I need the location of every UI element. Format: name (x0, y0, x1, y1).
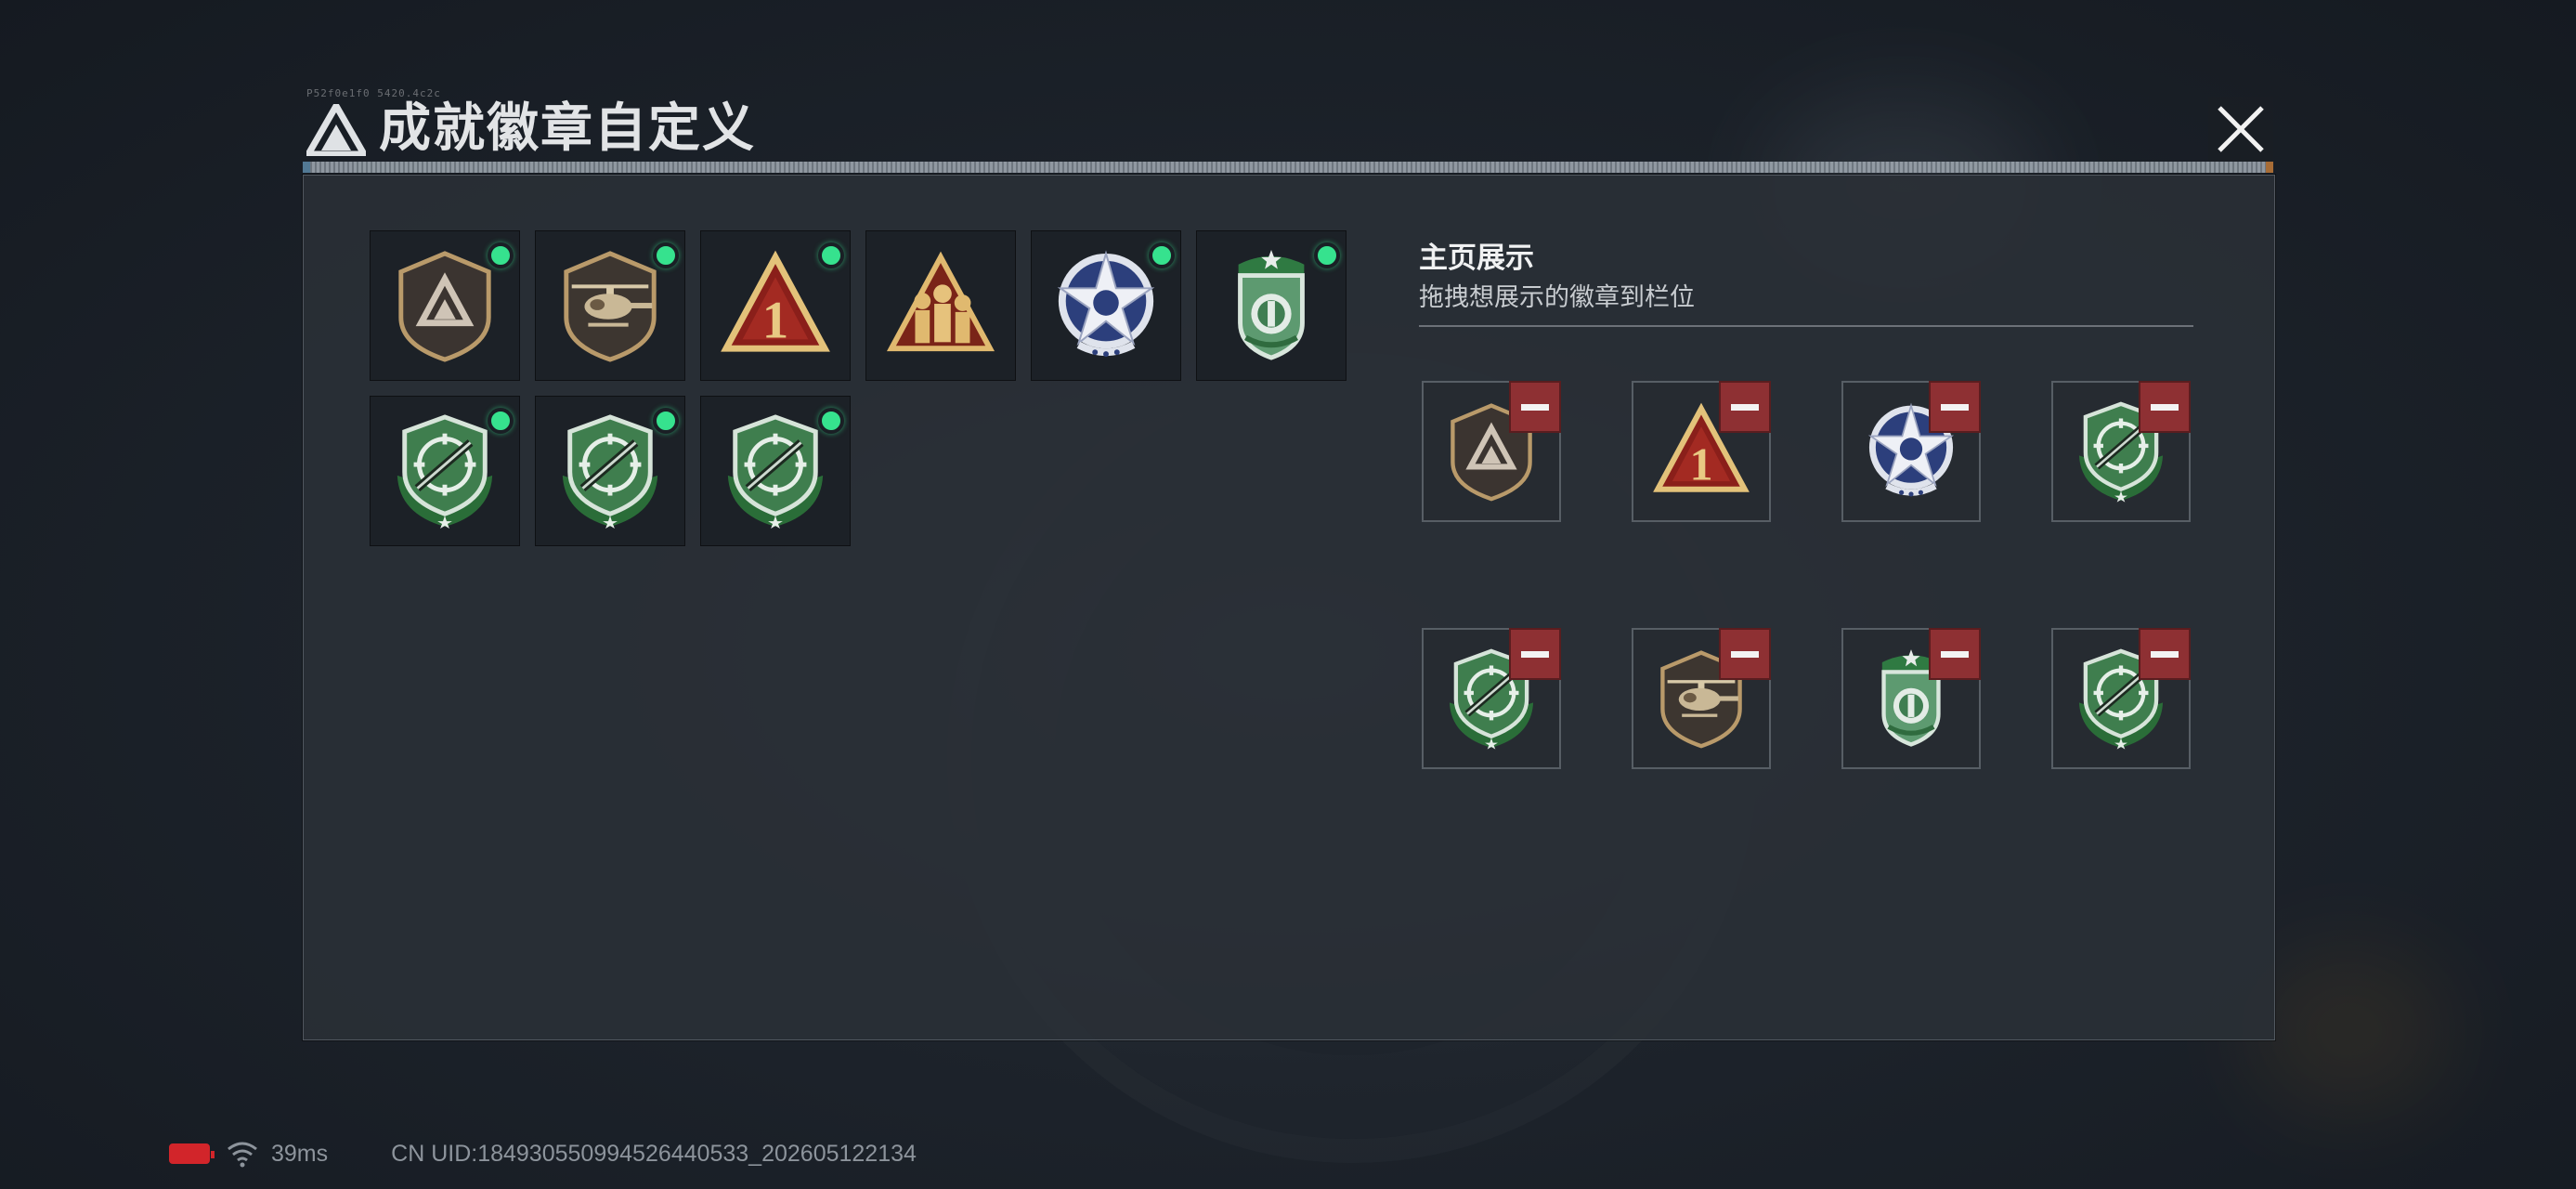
showcase-slot[interactable] (1422, 381, 1561, 522)
remove-badge-button[interactable] (1509, 381, 1561, 433)
equipped-indicator (488, 408, 514, 434)
equipped-indicator (818, 242, 844, 268)
helicopter-shield-icon (564, 251, 657, 362)
equipped-indicator (653, 242, 679, 268)
rifle-crosshair-badge[interactable] (535, 396, 685, 546)
soldiers-icon (886, 251, 995, 352)
green-shield-badge[interactable] (1196, 230, 1347, 381)
triangle-emblem-badge[interactable] (370, 230, 520, 381)
equipped-indicator (818, 408, 844, 434)
svg-text:1: 1 (762, 291, 789, 349)
soldiers-badge[interactable] (865, 230, 1016, 381)
header-strip (303, 162, 2273, 173)
number-one-icon: 1 (721, 250, 830, 352)
background-glow (2247, 947, 2452, 1115)
triangle-shield-icon (398, 251, 491, 362)
showcase-slot[interactable]: 1 (1632, 381, 1771, 522)
green-shield-icon (1238, 250, 1305, 360)
showcase-title: 主页展示 (1419, 242, 1534, 274)
ping-text: 39ms (271, 1140, 329, 1167)
showcase-slot[interactable] (2051, 628, 2191, 769)
showcase-subtitle: 拖拽想展示的徽章到栏位 (1419, 283, 1695, 311)
showcase-slot[interactable] (1632, 628, 1771, 769)
remove-badge-button[interactable] (1719, 628, 1771, 680)
svg-text:1: 1 (1689, 438, 1712, 490)
star-seal-badge[interactable] (1031, 230, 1181, 381)
equipped-indicator (1149, 242, 1175, 268)
battery-icon (169, 1143, 215, 1164)
helicopter-badge[interactable] (535, 230, 685, 381)
showcase-slot[interactable] (2051, 381, 2191, 522)
rifle-crosshair-icon (727, 414, 824, 529)
showcase-slot[interactable] (1841, 628, 1981, 769)
equipped-indicator (653, 408, 679, 434)
remove-badge-button[interactable] (1929, 381, 1981, 433)
status-bar: 39ms CN UID:184930550994526440533_202605… (169, 1135, 917, 1172)
rifle-crosshair-icon (397, 414, 493, 529)
equipped-indicator (1314, 242, 1340, 268)
close-button[interactable] (2208, 97, 2273, 162)
logo-icon (306, 104, 366, 156)
page-title: 成就徽章自定义 (379, 98, 756, 157)
equipped-indicator (488, 242, 514, 268)
star-seal-icon (1057, 250, 1155, 358)
showcase-slot[interactable] (1422, 628, 1561, 769)
remove-badge-button[interactable] (1719, 381, 1771, 433)
remove-badge-button[interactable] (1929, 628, 1981, 680)
rifle-crosshair-badge[interactable] (370, 396, 520, 546)
rifle-crosshair-icon (562, 414, 658, 529)
wifi-icon (228, 1142, 257, 1168)
close-icon (2218, 106, 2264, 152)
showcase-slot[interactable] (1841, 381, 1981, 522)
showcase-divider (1419, 325, 2193, 327)
remove-badge-button[interactable] (2139, 381, 2191, 433)
number-one-badge[interactable]: 1 (700, 230, 851, 381)
remove-badge-button[interactable] (2139, 628, 2191, 680)
rifle-crosshair-badge[interactable] (700, 396, 851, 546)
remove-badge-button[interactable] (1509, 628, 1561, 680)
uid-text: CN UID:184930550994526440533_20260512213… (391, 1140, 917, 1167)
